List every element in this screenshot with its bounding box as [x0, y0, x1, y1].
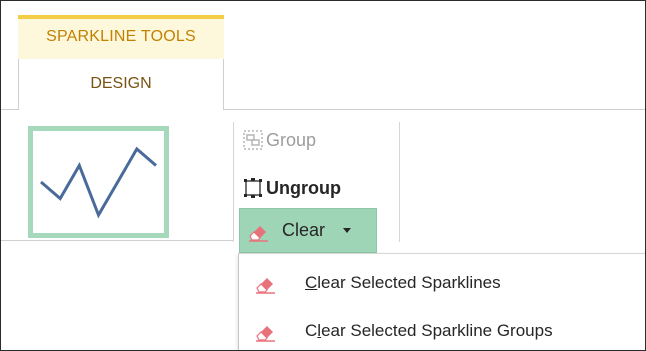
group-divider [399, 122, 400, 242]
group-divider [233, 122, 234, 242]
clear-button[interactable]: Clear [239, 208, 377, 253]
eraser-icon [256, 278, 275, 294]
menu-item-clear-selected-sparkline-groups[interactable]: Clear Selected Sparkline Groups [239, 308, 645, 350]
tab-design-label: DESIGN [90, 75, 152, 92]
menu-item-clear-selected-sparklines[interactable]: Clear Selected Sparklines [239, 260, 645, 306]
eraser-icon [256, 326, 275, 342]
sparkline-preview-chart [40, 146, 157, 219]
ribbon-frame: SPARKLINE TOOLS DESIGN Group Ungroup Cle… [0, 0, 646, 351]
chevron-down-icon[interactable] [343, 228, 352, 233]
group-icon [243, 130, 263, 150]
ribbon-divider [1, 240, 233, 241]
group-label: Group [266, 129, 317, 150]
menu-item-label: Clear Selected Sparklines [305, 273, 501, 292]
menu-item-label: Clear Selected Sparkline Groups [305, 321, 553, 340]
eraser-icon [249, 225, 268, 242]
tab-design[interactable]: DESIGN [18, 59, 224, 110]
ungroup-label: Ungroup [266, 177, 341, 198]
ungroup-button[interactable]: Ungroup [242, 173, 341, 203]
ribbon-divider [1, 109, 19, 110]
group-button[interactable]: Group [242, 125, 316, 155]
contextual-tab-title: SPARKLINE TOOLS [46, 28, 196, 45]
ungroup-icon [244, 178, 262, 198]
clear-label: Clear [282, 220, 326, 240]
sparkline-style-thumbnail[interactable] [28, 126, 169, 238]
clear-dropdown-menu: Clear Selected Sparklines Clear Selected… [238, 253, 645, 350]
contextual-tab-header: SPARKLINE TOOLS [18, 15, 224, 59]
sparkline-series [40, 146, 157, 219]
ribbon-divider [223, 109, 645, 110]
